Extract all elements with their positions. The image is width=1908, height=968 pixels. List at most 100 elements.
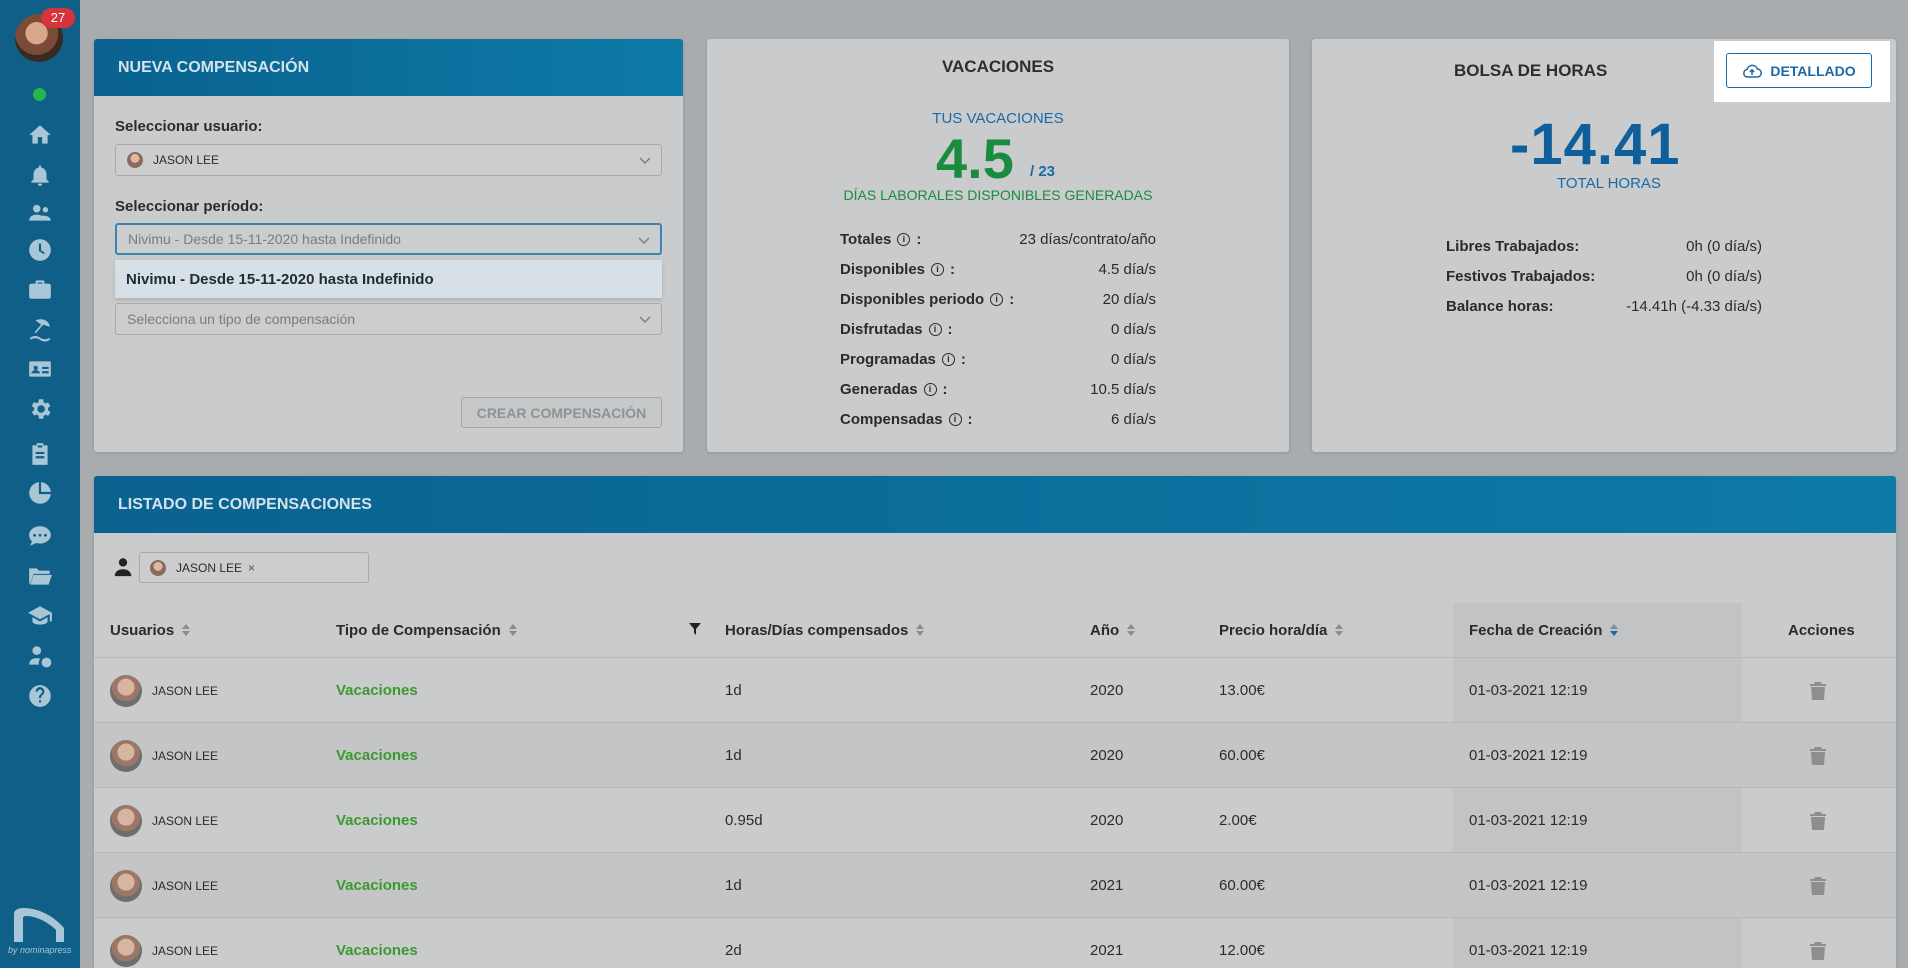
type-cell[interactable]: Vacaciones (336, 853, 418, 918)
compensation-type-link[interactable]: Vacaciones (336, 877, 418, 894)
user-name: JASON LEE (152, 748, 219, 763)
period-option[interactable]: Nivimu - Desde 15-11-2020 hasta Indefini… (115, 260, 662, 298)
delete-button[interactable] (1810, 918, 1826, 968)
period-select[interactable]: Nivimu - Desde 15-11-2020 hasta Indefini… (115, 223, 662, 255)
amount-cell: 1d (725, 682, 742, 699)
column-header-ano[interactable]: Año (1090, 603, 1136, 657)
briefcase-icon[interactable] (26, 275, 54, 303)
price-cell: 2.00€ (1219, 812, 1257, 829)
cloud-upload-icon (1743, 64, 1763, 78)
info-icon[interactable]: i (928, 323, 942, 336)
info-icon[interactable]: i (897, 233, 911, 246)
table-row[interactable]: JASON LEE Vacaciones 2d 2021 12.00€ 01-03-202… (94, 917, 1896, 968)
detallado-highlight: DETALLADO (1714, 41, 1890, 102)
delete-button[interactable] (1810, 788, 1826, 853)
users-icon[interactable] (26, 199, 54, 227)
vacaciones-subtitle: TUS VACACIONES (932, 110, 1064, 127)
sort-desc-icon (1610, 624, 1619, 636)
created-cell: 01-03-2021 12:19 (1469, 942, 1588, 959)
vacaciones-available: 4.5 (936, 127, 1014, 190)
detallado-button[interactable]: DETALLADO (1726, 53, 1872, 88)
created-cell: 01-03-2021 12:19 (1469, 747, 1588, 764)
pie-chart-icon[interactable] (26, 479, 54, 507)
vacaciones-row-value: 0 día/s (1110, 351, 1156, 368)
nueva-compensacion-title: NUEVA COMPENSACIÓN (94, 39, 683, 96)
type-cell[interactable]: Vacaciones (336, 788, 418, 853)
compensation-type-link[interactable]: Vacaciones (336, 682, 418, 699)
year-cell: 2020 (1090, 747, 1124, 764)
user-select[interactable]: JASON LEE (115, 144, 662, 176)
delete-button[interactable] (1810, 723, 1826, 788)
chat-icon[interactable] (26, 522, 54, 550)
period-select-placeholder: Nivimu - Desde 15-11-2020 hasta Indefini… (128, 231, 401, 247)
id-card-icon[interactable] (26, 355, 54, 383)
vacaciones-row-label: Disponibles i: (840, 261, 956, 278)
compensation-type-link[interactable]: Vacaciones (336, 812, 418, 829)
bell-icon[interactable] (26, 161, 54, 189)
price-cell: 60.00€ (1219, 747, 1265, 764)
trash-icon (1810, 876, 1826, 895)
close-icon[interactable]: × (248, 561, 255, 575)
chevron-down-icon (639, 316, 651, 323)
vacaciones-caption: DÍAS LABORALES DISPONIBLES GENERADAS (843, 187, 1153, 203)
help-icon[interactable] (26, 682, 54, 710)
created-cell: 01-03-2021 12:19 (1469, 682, 1588, 699)
user-cell: JASON LEE (110, 723, 218, 788)
vacaciones-row-label: Generadas i: (840, 381, 948, 398)
bolsa-horas-title: BOLSA DE HORAS (1454, 61, 1608, 80)
info-icon[interactable]: i (923, 383, 937, 396)
bolsa-row-value: 0h (0 día/s) (1686, 238, 1762, 255)
user-select-value: JASON LEE (153, 153, 220, 167)
clock-icon[interactable] (26, 236, 54, 264)
table-row[interactable]: JASON LEE Vacaciones 1d 2020 13.00€ 01-03-202… (94, 657, 1896, 722)
compensation-type-link[interactable]: Vacaciones (336, 942, 418, 959)
user-money-icon[interactable] (26, 642, 54, 670)
compensation-type-link[interactable]: Vacaciones (336, 747, 418, 764)
delete-button[interactable] (1810, 658, 1826, 723)
notification-badge[interactable]: 27 (41, 8, 75, 28)
type-cell[interactable]: Vacaciones (336, 723, 418, 788)
bolsa-total: -14.41 (1510, 112, 1681, 177)
gear-icon[interactable] (26, 395, 54, 423)
beach-icon[interactable] (26, 315, 54, 343)
vacaciones-row-label: Compensadas i: (840, 411, 973, 428)
info-icon[interactable]: i (941, 353, 955, 366)
column-header-horas[interactable]: Horas/Días compensados (725, 603, 925, 657)
column-header-precio[interactable]: Precio hora/día (1219, 603, 1344, 657)
column-header-fecha[interactable]: Fecha de Creación (1469, 603, 1619, 657)
user-select-label: Seleccionar usuario: (115, 118, 263, 135)
trash-icon (1810, 681, 1826, 700)
column-header-tipo[interactable]: Tipo de Compensación (336, 603, 517, 657)
create-compensation-button[interactable]: CREAR COMPENSACIÓN (461, 397, 662, 428)
avatar (110, 869, 142, 902)
type-cell[interactable]: Vacaciones (336, 658, 418, 723)
user-filter-input[interactable]: JASON LEE × (139, 552, 369, 583)
user-name: JASON LEE (152, 813, 219, 828)
vacaciones-row-label: Disfrutadas i: (840, 321, 953, 338)
column-header-acciones: Acciones (1788, 621, 1855, 639)
clipboard-icon[interactable] (26, 440, 54, 468)
info-icon[interactable]: i (931, 263, 945, 276)
folder-icon[interactable] (26, 562, 54, 590)
column-header-usuarios[interactable]: Usuarios (110, 603, 191, 657)
home-icon[interactable] (26, 121, 54, 149)
sort-icon (508, 624, 517, 636)
avatar (110, 934, 142, 967)
vacaciones-total: / 23 (1030, 163, 1056, 180)
delete-button[interactable] (1810, 853, 1826, 918)
avatar (110, 674, 142, 707)
table-row[interactable]: JASON LEE Vacaciones 0.95d 2020 2.00€ 01-03-2… (94, 787, 1896, 852)
compensation-type-select[interactable]: Selecciona un tipo de compensación (115, 303, 662, 335)
vacaciones-row-value: 6 día/s (1110, 411, 1156, 428)
price-cell: 12.00€ (1219, 942, 1265, 959)
user-cell: JASON LEE (110, 918, 218, 968)
info-icon[interactable]: i (948, 413, 962, 426)
type-cell[interactable]: Vacaciones (336, 918, 418, 968)
avatar (127, 152, 143, 168)
vacaciones-row-value: 20 día/s (1102, 291, 1156, 308)
table-row[interactable]: JASON LEE Vacaciones 1d 2020 60.00€ 01-03-202… (94, 722, 1896, 787)
table-row[interactable]: JASON LEE Vacaciones 1d 2021 60.00€ 01-03-202… (94, 852, 1896, 917)
filter-icon[interactable] (689, 623, 701, 635)
graduation-cap-icon[interactable] (26, 602, 54, 630)
brand-by-text: by nominapress (8, 945, 72, 955)
